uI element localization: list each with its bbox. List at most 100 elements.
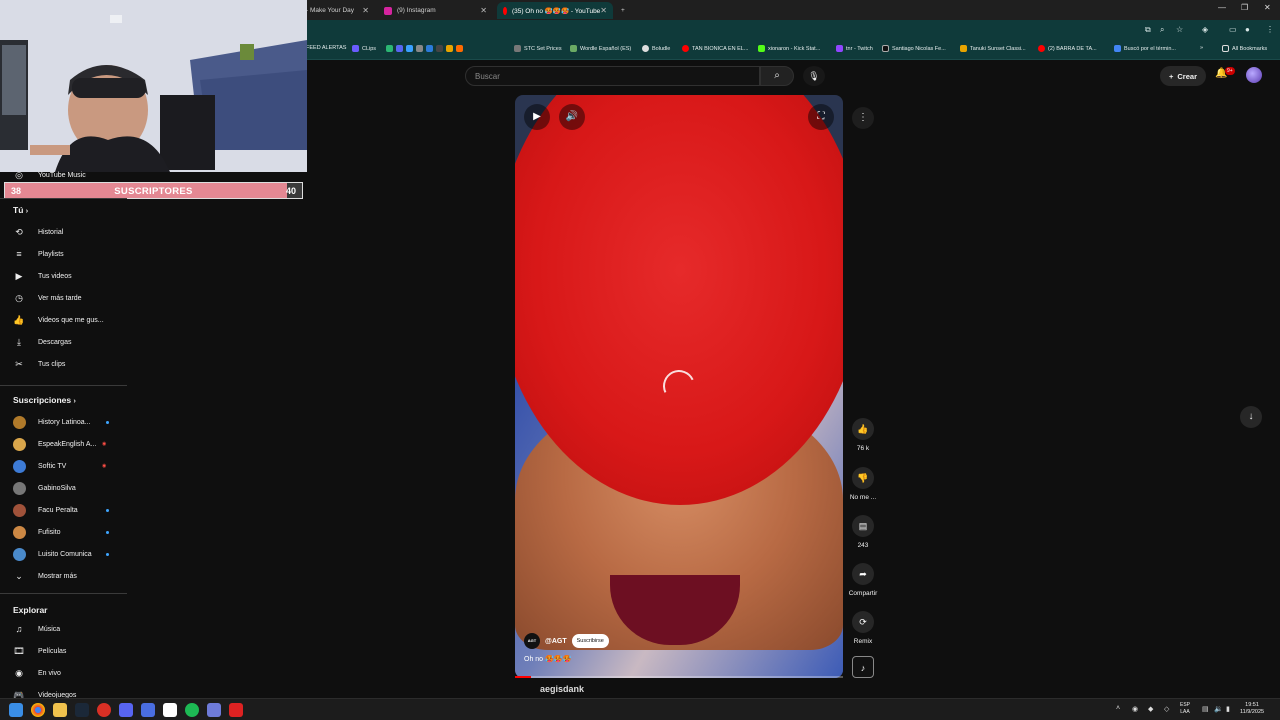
bookmark-label: FEED ALERTAS [306,45,347,51]
more-options-button[interactable]: ⋮ [852,107,874,129]
bookmark-item[interactable]: tnr - Twitch [836,45,873,52]
divider [0,385,127,386]
maximize-icon[interactable]: ❐ [1241,3,1248,12]
sidebar-item-subscription[interactable]: GabinoSilva [0,477,127,499]
search-button[interactable]: ⌕ [760,66,794,86]
create-button[interactable]: + Crear [1160,66,1206,86]
install-app-icon[interactable]: ⧉ [1145,25,1151,35]
sidebar-item-label: GabinoSilva [38,484,76,492]
sidebar-item-explore[interactable]: 🎞 Películas [0,640,127,662]
profile-icon[interactable]: ● [1245,25,1250,34]
volume-button[interactable]: 🔊 [559,104,585,130]
network-icon[interactable]: ▤ [1202,705,1209,713]
language-indicator[interactable]: ESP LAA [1180,702,1190,716]
bookmark-item[interactable]: Buscó por el términ... [1114,45,1176,52]
battery-icon[interactable]: ▮ [1226,705,1230,713]
sidebar-item-subscription[interactable]: Luisito Comunica [0,543,127,565]
windows-start-icon[interactable] [9,703,23,717]
sidebar-item-subscription[interactable]: EspeakEnglish A... ◉ [0,433,127,455]
subscriber-goal-target: 40 [285,186,296,196]
video-progress-bar[interactable] [515,676,843,678]
bookmark-star-icon[interactable]: ☆ [1176,25,1183,34]
tray-overflow-icon[interactable]: ˄ [1116,705,1120,712]
bookmark-item[interactable]: TAN BIONICA EN EL... [682,45,748,52]
thumbs-up-button[interactable]: 👍 76 k [846,418,880,452]
short-title[interactable]: Oh no 🥵🥵🥵 [524,655,571,663]
minimize-icon[interactable]: — [1218,3,1226,12]
subscribe-button[interactable]: Suscribirse [571,634,609,648]
sidebar-show-more[interactable]: ⌄ Mostrar más [0,565,127,587]
sidebar-item-subscription[interactable]: Softic TV ◉ [0,455,127,477]
fullscreen-button[interactable]: ⛶ [808,104,834,130]
app-icon[interactable] [141,703,155,717]
thumbs-down-button[interactable]: 👎 No me ... [846,467,880,501]
app-icon[interactable] [207,703,221,717]
next-video-button[interactable]: ↓ [1240,406,1262,428]
share-button[interactable]: ➦ Compartir [846,563,880,597]
tab-youtube[interactable]: (35) Oh no 🥵🥵🥵 - YouTube ✕ [497,2,613,19]
sidebar-item-you[interactable]: ⤓ Descargas [0,331,127,353]
bookmark-item[interactable]: Boludle [642,45,670,52]
app-icon[interactable] [163,703,177,717]
sidebar-item-you[interactable]: ≡ Playlists [0,243,127,265]
voice-search-button[interactable]: 🎙 [803,66,825,86]
sidebar-item-subscription[interactable]: Facu Peralta [0,499,127,521]
bookmark-item[interactable]: CLips [352,45,376,52]
play-button[interactable]: ▶ [524,104,550,130]
avatar[interactable] [1246,67,1262,83]
tab-instagram[interactable]: (9) Instagram ✕ [378,2,493,19]
sidebar-item-explore[interactable]: ◉ En vivo [0,662,127,684]
bookmark-item[interactable]: xionaron - Kick Stat... [758,45,820,52]
channel-handle[interactable]: @AGT [545,638,567,645]
file-explorer-icon[interactable] [53,703,67,717]
tab-make-your-day[interactable]: - Make Your Day ✕ [300,2,375,19]
menu-icon[interactable]: ⋮ [1266,25,1274,34]
all-bookmarks[interactable]: All Bookmarks [1222,45,1267,52]
speaker-icon[interactable]: 🔉 [1214,705,1223,713]
sidebar-item-subscription[interactable]: Fufisito [0,521,127,543]
bookmark-icon-only[interactable] [386,45,466,52]
sidebar-item-you[interactable]: ▶ Tus videos [0,265,127,287]
steam-icon[interactable] [75,703,89,717]
sidebar-subscriptions-heading[interactable]: Suscripciones › [13,395,76,405]
channel-avatar[interactable]: AGT [524,633,540,649]
close-window-icon[interactable]: ✕ [1264,3,1271,12]
extensions-icon[interactable]: ◈ [1202,25,1208,34]
tray-app-icon[interactable]: ◉ [1132,705,1138,713]
clock[interactable]: 19:51 11/9/2025 [1240,702,1264,716]
bookmark-item[interactable]: Tanuki Sunset Classi... [960,45,1026,52]
sidebar-item-you[interactable]: ✂ Tus clips [0,353,127,375]
bookmark-item[interactable]: FEED ALERTAS [306,45,346,51]
zoom-icon[interactable]: ⌕ [1160,25,1164,35]
spotify-icon[interactable] [185,703,199,717]
bookmark-item[interactable]: STC Set Prices [514,45,562,52]
bookmarks-overflow-icon[interactable]: » [1200,45,1203,51]
sidebar-item-explore[interactable]: ♫ Música [0,618,127,640]
sidebar-item-you[interactable]: ◷ Ver más tarde [0,287,127,309]
app-icon[interactable] [97,703,111,717]
tray-app-icon[interactable]: ◇ [1164,705,1169,713]
tray-app-icon[interactable]: ◆ [1148,705,1153,713]
search-input[interactable]: Buscar [465,66,760,86]
bookmark-icon [406,45,413,52]
new-tab-button[interactable]: + [615,2,631,19]
sidebar-item-you[interactable]: 👍 Videos que me gus... [0,309,127,331]
sidebar-you-heading[interactable]: Tú › [13,205,28,215]
bookmark-item[interactable]: Santiago Nicolas Fe... [882,45,946,52]
close-icon[interactable]: ✕ [480,6,487,15]
remix-button[interactable]: ⟳ Remix [846,611,880,645]
sidebar-item-you[interactable]: ⟲ Historial [0,221,127,243]
sidebar-icon[interactable]: ▭ [1229,25,1237,34]
comment-button[interactable]: ▤ 243 [846,515,880,549]
audio-button[interactable]: ♪ [846,656,880,678]
bookmark-item[interactable]: Wordle Español (ES) [570,45,631,52]
bookmark-icon [436,45,443,52]
close-icon[interactable]: ✕ [600,6,607,15]
discord-icon[interactable] [119,703,133,717]
sidebar-item-youtube-music[interactable]: ◎ YouTube Music [0,164,127,186]
sidebar-item-subscription[interactable]: History Latinoa... [0,411,127,433]
bookmark-item[interactable]: (2) BARRA DE TA... [1038,45,1097,52]
app-icon[interactable] [229,703,243,717]
close-icon[interactable]: ✕ [362,6,369,15]
chrome-icon[interactable] [31,703,45,717]
